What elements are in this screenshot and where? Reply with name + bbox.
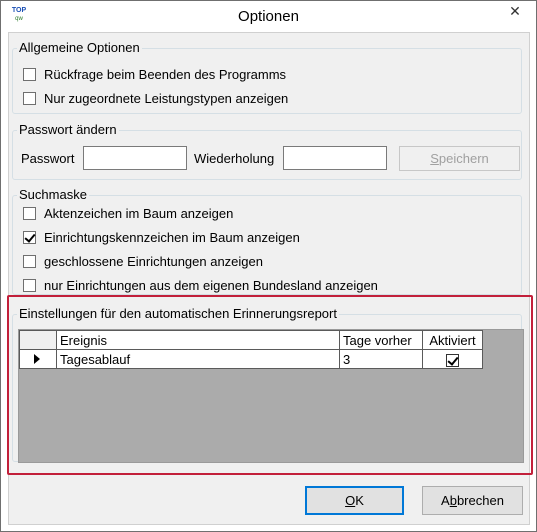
reminder-settings-group: Einstellungen für den automatischen Erin…	[12, 306, 524, 463]
own-state-label: nur Einrichtungen aus dem eigenen Bundes…	[44, 277, 378, 293]
save-password-button[interactable]: Speichern	[399, 146, 520, 171]
own-state-option[interactable]: nur Einrichtungen aus dem eigenen Bundes…	[23, 277, 378, 293]
current-row-icon	[34, 354, 40, 364]
general-options-group: Allgemeine Optionen Rückfrage beim Beend…	[12, 40, 522, 114]
password-input[interactable]	[83, 146, 187, 170]
days-cell[interactable]: 3	[339, 349, 423, 369]
cancel-button[interactable]: Abbrechen	[422, 486, 523, 515]
options-dialog: TOP qw Optionen ✕ Allgemeine Optionen Rü…	[0, 0, 537, 532]
column-header-active[interactable]: Aktiviert	[422, 330, 483, 350]
password-group: Passwort ändern Passwort Wiederholung Sp…	[12, 122, 522, 180]
grid-corner-cell	[19, 330, 57, 350]
confirm-exit-checkbox[interactable]	[23, 67, 36, 81]
column-header-event[interactable]: Ereignis	[56, 330, 340, 350]
row-selector[interactable]	[19, 349, 57, 369]
window-title: Optionen	[238, 8, 299, 25]
closed-facilities-label: geschlossene Einrichtungen anzeigen	[44, 253, 263, 269]
own-state-checkbox[interactable]	[23, 278, 36, 292]
closed-facilities-checkbox[interactable]	[23, 254, 36, 268]
active-cell[interactable]	[422, 349, 483, 369]
password-legend: Passwort ändern	[17, 122, 119, 138]
search-mask-group: Suchmaske Aktenzeichen im Baum anzeigen …	[12, 187, 522, 295]
confirm-exit-label: Rückfrage beim Beenden des Programms	[44, 66, 287, 82]
facility-code-checkbox[interactable]	[23, 230, 36, 244]
file-number-label: Aktenzeichen im Baum anzeigen	[44, 205, 234, 221]
reminder-grid[interactable]: Ereignis Tage vorher Aktiviert Tagesabla…	[18, 329, 524, 463]
confirm-exit-option[interactable]: Rückfrage beim Beenden des Programms	[23, 66, 286, 82]
facility-code-label: Einrichtungskennzeichen im Baum anzeigen	[44, 229, 300, 245]
assigned-service-types-checkbox[interactable]	[23, 91, 36, 105]
facility-code-option[interactable]: Einrichtungskennzeichen im Baum anzeigen	[23, 229, 300, 245]
reminder-settings-legend: Einstellungen für den automatischen Erin…	[17, 306, 339, 322]
repeat-label: Wiederholung	[194, 151, 275, 166]
column-header-days[interactable]: Tage vorher	[339, 330, 423, 350]
general-options-legend: Allgemeine Optionen	[17, 40, 142, 56]
close-icon[interactable]: ✕	[502, 2, 528, 22]
event-cell[interactable]: Tagesablauf	[56, 349, 340, 369]
grid-header-row: Ereignis Tage vorher Aktiviert	[19, 330, 483, 350]
repeat-password-input[interactable]	[283, 146, 387, 170]
title-bar: TOP qw Optionen ✕	[1, 1, 536, 32]
closed-facilities-option[interactable]: geschlossene Einrichtungen anzeigen	[23, 253, 263, 269]
dialog-client-area: Allgemeine Optionen Rückfrage beim Beend…	[7, 32, 533, 525]
ok-button[interactable]: OK	[305, 486, 404, 515]
file-number-checkbox[interactable]	[23, 206, 36, 220]
file-number-option[interactable]: Aktenzeichen im Baum anzeigen	[23, 205, 233, 221]
assigned-service-types-option[interactable]: Nur zugeordnete Leistungstypen anzeigen	[23, 90, 288, 106]
password-label: Passwort	[21, 151, 75, 166]
table-row[interactable]: Tagesablauf 3	[19, 349, 483, 369]
active-checkbox[interactable]	[446, 353, 459, 367]
assigned-service-types-label: Nur zugeordnete Leistungstypen anzeigen	[44, 90, 289, 106]
search-mask-legend: Suchmaske	[17, 187, 89, 203]
